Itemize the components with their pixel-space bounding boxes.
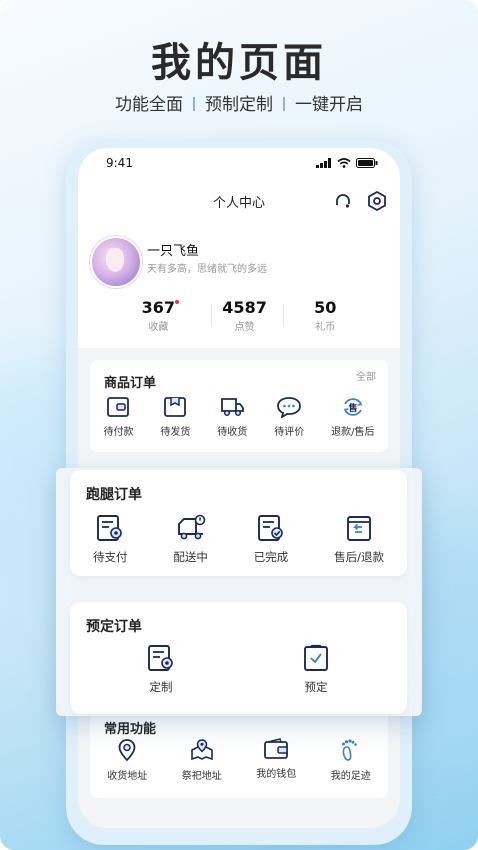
item-label: 定制	[149, 680, 173, 694]
card-title: 常用功能	[104, 722, 157, 737]
errand-item-after-sale[interactable]: 售后/退款	[334, 514, 384, 565]
floating-orders-panel: 跑腿订单 待支付 配送中 已完成 售后/退款 预定订单 定制 预定	[56, 468, 422, 716]
hero-features: 功能全面 预制定制 一键开启	[0, 90, 478, 115]
stat-label: 收藏	[148, 322, 169, 333]
view-all-link[interactable]: 全部	[356, 368, 376, 383]
item-label: 待发货	[160, 427, 191, 438]
stats-row: 367 收藏 4587 点赞 50 礼币	[78, 298, 400, 333]
goods-orders-card: 商品订单 全部 待付款 待发货 待收货 待评价 售 退款/售后	[90, 360, 388, 452]
checklist-icon	[304, 644, 328, 671]
item-label: 售后/退款	[334, 550, 385, 564]
footprint-icon	[341, 739, 357, 761]
reserve-item-custom[interactable]: 定制	[146, 644, 176, 695]
status-icons	[316, 158, 378, 168]
divider	[211, 304, 212, 326]
headset-icon[interactable]	[332, 190, 354, 212]
item-label: 收货地址	[107, 771, 148, 782]
stat-label: 礼币	[315, 322, 336, 333]
refund-badge: 售	[347, 402, 357, 414]
return-icon	[347, 516, 372, 541]
stat-value: 50	[314, 298, 337, 317]
battery-icon	[356, 158, 378, 168]
card-title: 预定订单	[86, 619, 142, 635]
errand-item-completed[interactable]: 已完成	[253, 514, 289, 565]
map-marker-icon	[190, 739, 213, 761]
divider	[193, 97, 195, 111]
goods-order-items: 待付款 待发货 待收货 待评价 售 退款/售后	[90, 396, 388, 438]
payment-doc-icon	[97, 515, 123, 541]
feature-text: 预制定制	[205, 95, 273, 115]
completed-doc-icon	[258, 515, 283, 541]
settings-icon[interactable]	[366, 190, 388, 212]
feature-text: 功能全面	[115, 95, 183, 115]
order-item-pending-receive[interactable]: 待收货	[217, 396, 247, 438]
common-item-footprints[interactable]: 我的足迹	[331, 738, 371, 782]
item-label: 我的足迹	[330, 771, 371, 782]
location-pin-icon	[118, 739, 136, 762]
refund-icon: 售	[343, 398, 363, 416]
item-label: 预定	[304, 680, 328, 694]
item-label: 我的钱包	[256, 769, 297, 780]
stat-coins[interactable]: 50 礼币	[314, 298, 336, 333]
item-label: 待支付	[92, 550, 128, 564]
status-time: 9:41	[106, 156, 133, 170]
order-item-pending-review[interactable]: 待评价	[274, 396, 304, 438]
avatar[interactable]	[90, 236, 142, 288]
notification-dot	[175, 300, 180, 304]
wallet-icon	[264, 738, 289, 759]
common-item-my-wallet[interactable]: 我的钱包	[256, 738, 296, 782]
errand-orders-card: 跑腿订单 待支付 配送中 已完成 售后/退款	[70, 470, 407, 576]
hero-title: 我的页面	[151, 40, 327, 86]
stat-likes[interactable]: 4587 点赞	[222, 298, 267, 333]
package-icon	[164, 397, 187, 417]
custom-doc-icon	[148, 645, 173, 671]
stat-value: 367	[141, 298, 176, 317]
reserve-orders-card: 预定订单 定制 预定	[70, 602, 407, 714]
card-title: 跑腿订单	[86, 487, 142, 503]
errand-order-items: 待支付 配送中 已完成 售后/退款	[70, 514, 407, 565]
order-item-refund[interactable]: 售 退款/售后	[331, 396, 375, 438]
item-label: 已完成	[253, 550, 289, 564]
item-label: 待收货	[217, 427, 248, 438]
truck-icon	[221, 398, 245, 417]
stat-label: 点赞	[234, 322, 255, 333]
errand-item-delivering[interactable]: 配送中	[173, 514, 208, 565]
user-bio: 天有多高，思绪就飞的多远	[147, 264, 267, 275]
common-functions-card: 常用功能 收货地址 祭祀地址 我的钱包 我的足迹	[90, 708, 388, 798]
reserve-item-booking[interactable]: 预定	[302, 644, 330, 695]
wallet-icon	[107, 397, 130, 417]
status-bar: 9:41	[106, 156, 378, 172]
item-label: 待评价	[274, 427, 305, 438]
order-item-pending-pay[interactable]: 待付款	[103, 396, 133, 438]
common-item-shipping-address[interactable]: 收货地址	[107, 738, 147, 782]
promo-canvas: 我的页面 功能全面 预制定制 一键开启 9:41 个人中心 一只飞鱼 天有多高，思绪…	[0, 0, 478, 850]
item-label: 退款/售后	[331, 427, 375, 438]
item-label: 配送中	[173, 550, 208, 564]
common-item-memorial-address[interactable]: 祭祀地址	[182, 738, 222, 782]
stat-value: 4587	[222, 298, 267, 317]
divider	[283, 304, 284, 326]
stat-favorites[interactable]: 367 收藏	[141, 298, 180, 333]
common-items: 收货地址 祭祀地址 我的钱包 我的足迹	[90, 738, 388, 782]
username: 一只飞鱼	[147, 244, 200, 259]
wifi-icon	[337, 158, 351, 168]
delivery-icon	[177, 514, 205, 540]
order-item-pending-ship[interactable]: 待发货	[160, 396, 190, 438]
divider	[283, 97, 285, 111]
signal-icon	[316, 158, 331, 168]
comment-icon	[277, 397, 302, 418]
errand-item-pending-pay[interactable]: 待支付	[92, 514, 128, 565]
item-label: 待付款	[103, 427, 134, 438]
feature-text: 一键开启	[295, 95, 363, 115]
reserve-order-items: 定制 预定	[146, 644, 330, 695]
item-label: 祭祀地址	[181, 771, 222, 782]
card-title: 商品订单	[104, 376, 157, 391]
